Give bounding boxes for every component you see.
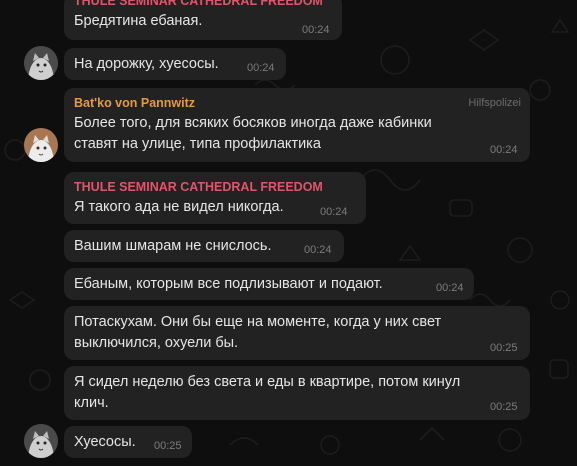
sender-avatar[interactable] (24, 128, 58, 162)
sender-name[interactable]: THULE SEMINAR CATHEDRAL FREEDOM (74, 0, 323, 8)
message-bubble[interactable]: THULE SEMINAR CATHEDRAL FREEDOM Я такого… (64, 172, 366, 224)
sender-name[interactable]: THULE SEMINAR CATHEDRAL FREEDOM (74, 180, 323, 194)
sender-name[interactable]: Bat'ko von Pannwitz (74, 96, 195, 110)
message-text: Хуесосы. (74, 434, 136, 450)
message-bubble[interactable]: Вашим шмарам не снислось. 00:24 (64, 230, 344, 262)
message-text: Ебаным, которым все подлизывают и подают… (74, 276, 383, 292)
message-text: Я такого ада не видел никогда. (74, 199, 284, 215)
message-time: 00:24 (247, 62, 275, 74)
admin-badge: Hilfspolizei (468, 97, 521, 109)
message-time: 00:24 (320, 206, 348, 218)
message-bubble[interactable]: На дорожку, хуесосы. 00:24 (64, 48, 286, 80)
message-bubble[interactable]: THULE SEMINAR CATHEDRAL FREEDOM Бредятин… (64, 0, 342, 40)
sender-avatar[interactable] (24, 424, 58, 458)
cat-avatar-icon (24, 128, 58, 162)
message-text: Вашим шмарам не снислось. (74, 238, 272, 254)
sender-avatar[interactable] (24, 46, 58, 80)
message-text-line: выключился, охуели бы. (74, 335, 239, 351)
message-text: Бредятина ебаная. (74, 13, 203, 29)
message-text-line: Потаскухам. Они бы еще на моменте, когда… (74, 314, 442, 330)
message-text-line: Я сидел неделю без света и еды в квартир… (74, 374, 461, 390)
message-time: 00:25 (490, 342, 518, 354)
message-time: 00:24 (302, 24, 330, 36)
message-time: 00:24 (304, 244, 332, 256)
cat-avatar-icon (24, 424, 58, 458)
message-bubble[interactable]: Я сидел неделю без света и еды в квартир… (64, 366, 530, 420)
message-bubble[interactable]: Ебаным, которым все подлизывают и подают… (64, 268, 474, 300)
message-text: На дорожку, хуесосы. (74, 56, 219, 72)
message-time: 00:24 (490, 144, 518, 156)
message-text-line: ставят на улице, типа профилактика (74, 136, 321, 152)
message-text-line: клич. (74, 395, 109, 411)
message-bubble[interactable]: Bat'ko von Pannwitz Hilfspolizei Более т… (64, 88, 530, 162)
message-text-line: Более того, для всяких босяков иногда да… (74, 115, 432, 131)
cat-avatar-icon (24, 46, 58, 80)
message-bubble[interactable]: Хуесосы. 00:25 (64, 426, 192, 458)
message-time: 00:25 (154, 440, 182, 452)
message-time: 00:25 (490, 401, 518, 413)
message-time: 00:24 (436, 282, 464, 294)
message-bubble[interactable]: Потаскухам. Они бы еще на моменте, когда… (64, 306, 530, 360)
